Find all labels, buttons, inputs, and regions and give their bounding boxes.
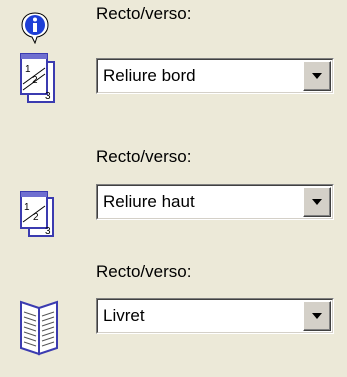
info-icon: [20, 12, 50, 49]
duplex-label-2: Recto/verso:: [96, 147, 192, 166]
duplex-select-2[interactable]: Reliure haut: [96, 184, 334, 220]
duplex-select-3[interactable]: Livret: [96, 298, 334, 334]
duplex-select-1[interactable]: Reliure bord: [96, 58, 334, 94]
svg-text:3: 3: [45, 91, 51, 102]
booklet-icon: [17, 294, 61, 363]
duplex-long-edge-icon: 1 2 3: [17, 50, 57, 111]
duplex-label-3: Recto/verso:: [96, 262, 192, 281]
duplex-select-3-value: Livret: [103, 306, 145, 325]
duplex-label-1: Recto/verso:: [96, 4, 192, 23]
chevron-down-icon[interactable]: [303, 301, 331, 331]
duplex-short-edge-icon: 1 2 3: [17, 188, 57, 245]
svg-text:1: 1: [24, 202, 30, 213]
duplex-select-1-value: Reliure bord: [103, 66, 196, 85]
chevron-down-icon[interactable]: [303, 187, 331, 217]
chevron-down-icon[interactable]: [303, 61, 331, 91]
svg-text:3: 3: [45, 226, 51, 237]
duplex-select-2-value: Reliure haut: [103, 192, 195, 211]
svg-text:1: 1: [25, 64, 31, 75]
